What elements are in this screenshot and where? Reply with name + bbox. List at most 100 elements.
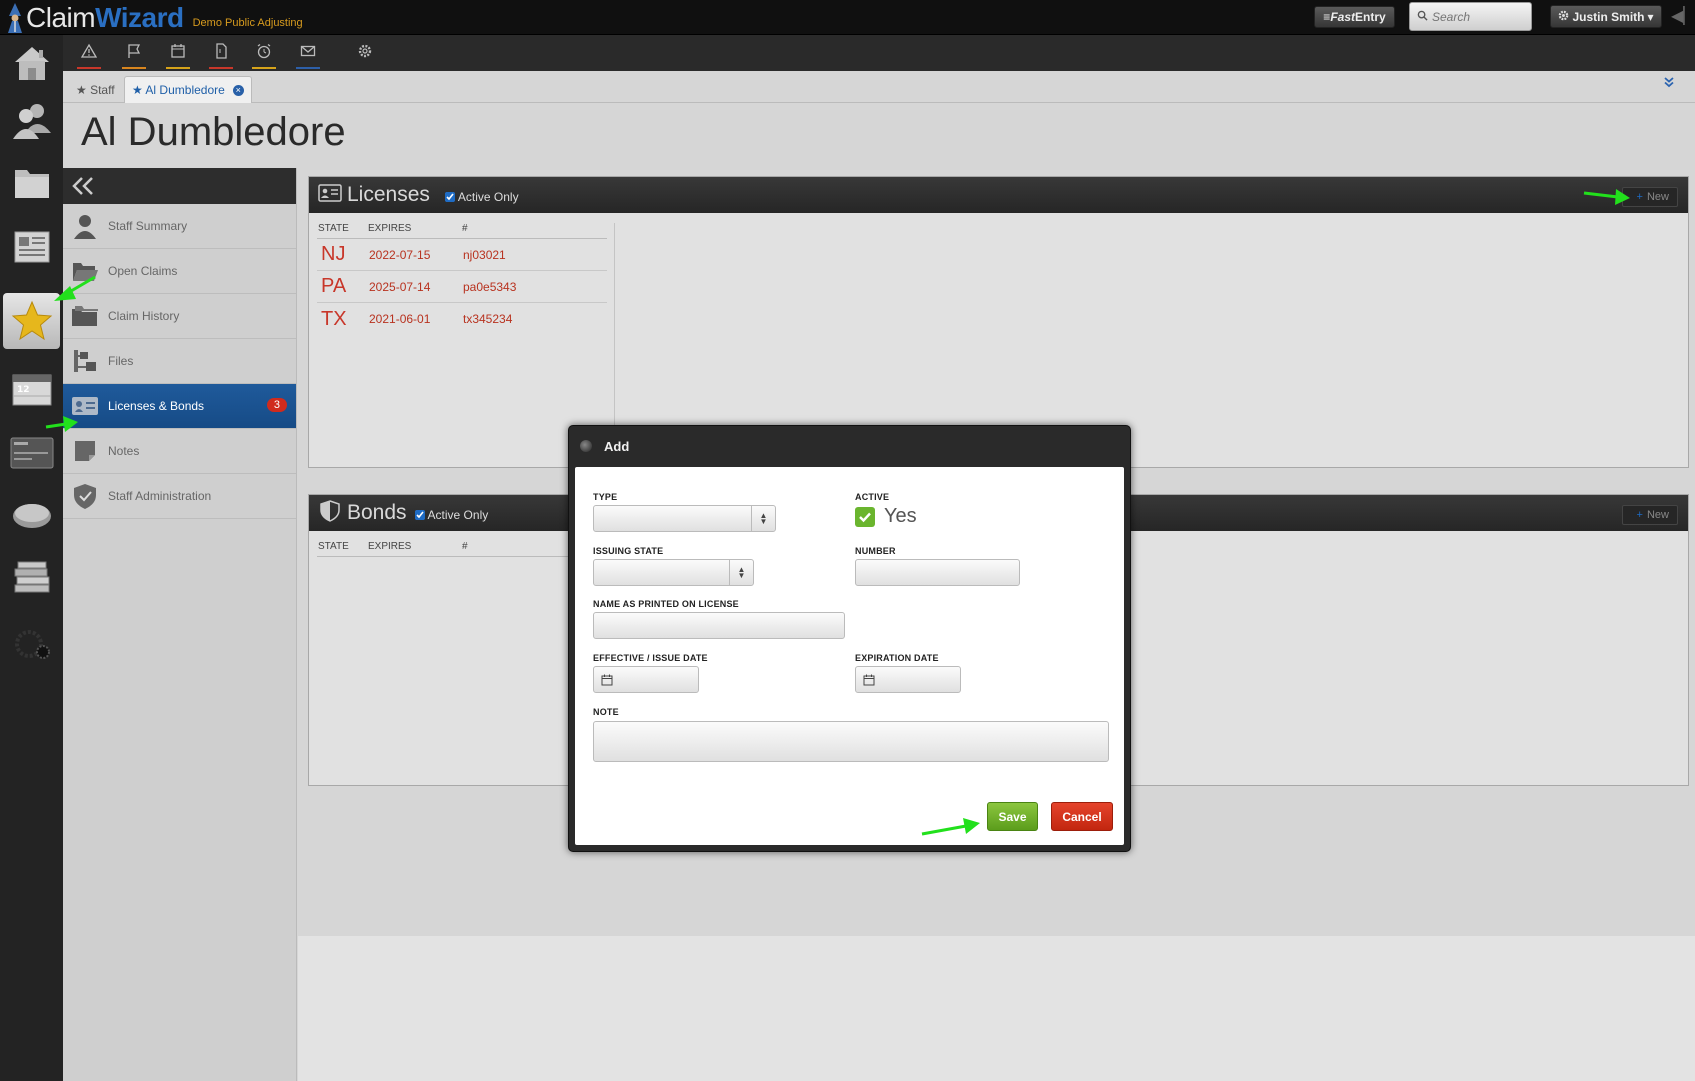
effective-date-field[interactable] (593, 666, 699, 693)
svg-text:12: 12 (17, 385, 30, 395)
bonds-active-only[interactable]: Active Only (414, 508, 488, 522)
annotation-arrow-staff (54, 275, 96, 301)
annotation-arrow-save (921, 818, 980, 836)
note-label: NOTE (593, 707, 619, 717)
caret-down-icon: ▾ (1647, 9, 1654, 24)
checkmark-icon[interactable] (855, 506, 875, 527)
licenses-active-only[interactable]: Active Only (444, 190, 519, 204)
count-badge: 3 (266, 398, 287, 412)
bonds-table-header: STATE EXPIRES # (317, 541, 607, 557)
table-row[interactable]: NJ 2022-07-15 nj03021 (317, 239, 607, 271)
expiration-date-label: EXPIRATION DATE (855, 653, 939, 663)
rail-calendar[interactable]: 12 (3, 360, 60, 416)
calendar-icon (863, 674, 875, 685)
save-button[interactable]: Save (987, 802, 1038, 831)
active-label: ACTIVE (855, 492, 890, 502)
panel-divider (614, 223, 615, 428)
table-row[interactable]: TX 2021-06-01 tx345234 (317, 303, 607, 335)
user-menu-button[interactable]: Justin Smith ▾ (1550, 5, 1662, 28)
tab-close-icon[interactable]: × (232, 84, 244, 96)
bonds-title: Bonds (347, 501, 407, 524)
nav-item-staff-summary[interactable]: Staff Summary (63, 204, 296, 249)
nav-item-notes[interactable]: Notes (63, 429, 296, 474)
active-toggle[interactable]: Yes (855, 505, 917, 528)
brand-claim: Claim (26, 1, 96, 33)
alert-icon[interactable] (77, 43, 101, 69)
rail-settings[interactable] (3, 615, 60, 671)
people-icon (12, 104, 51, 139)
dialog-title: Add (604, 438, 630, 454)
gear-icon (1558, 10, 1569, 24)
rail-inbox[interactable] (3, 487, 60, 543)
double-chevron-down-icon[interactable] (1663, 75, 1675, 91)
brand-wizard: Wizard (95, 1, 184, 33)
cancel-button[interactable]: Cancel (1051, 802, 1113, 831)
fast-entry-button[interactable]: ≡ Fast Entry (1314, 6, 1395, 28)
number-label: NUMBER (855, 546, 896, 556)
wizard-logo-icon (4, 2, 26, 34)
licenses-active-only-checkbox[interactable] (444, 192, 455, 202)
double-chevron-left-icon[interactable] (70, 175, 96, 197)
tab-bar: ★ Staff ★ Al Dumbledore × (63, 71, 1695, 103)
nav-header (63, 168, 296, 204)
number-field[interactable] (855, 559, 1020, 586)
rail-home[interactable] (3, 35, 60, 91)
licenses-panel-header: Licenses Active Only + New (309, 177, 1688, 213)
tab-staff[interactable]: ★ Staff (69, 76, 122, 103)
secondary-toolbar (63, 35, 1695, 71)
annotation-arrow-licenses (45, 416, 78, 432)
books-icon (14, 561, 49, 593)
issuing-state-label: ISSUING STATE (593, 546, 664, 556)
search-icon (1417, 8, 1428, 26)
alarm-icon[interactable] (252, 43, 276, 69)
note-field[interactable] (593, 721, 1109, 762)
nav-item-files[interactable]: Files (63, 339, 296, 384)
annotation-arrow-new (1583, 189, 1630, 205)
name-on-license-field[interactable] (593, 612, 845, 639)
issuing-state-select[interactable]: ▲ ▼ (593, 559, 754, 586)
id-card-icon (318, 182, 342, 209)
name-label: NAME AS PRINTED ON LICENSE (593, 599, 739, 609)
gears-icon (14, 630, 50, 659)
collapse-panel-icon[interactable]: ◀▏ (1671, 6, 1695, 26)
card-icon (10, 437, 53, 469)
table-row[interactable]: PA 2025-07-14 pa0e5343 (317, 271, 607, 303)
search-box (1409, 2, 1532, 31)
star-icon (11, 300, 52, 341)
app-logo[interactable]: Claim Wizard Demo Public Adjusting (4, 0, 303, 35)
settings-gear-icon[interactable] (353, 43, 377, 69)
expiration-date-field[interactable] (855, 666, 961, 693)
licenses-title: Licenses (347, 183, 430, 206)
rail-library[interactable] (3, 550, 60, 606)
shield-icon (71, 482, 99, 510)
type-select[interactable]: ▲ ▼ (593, 505, 776, 532)
dialog-body: TYPE ▲ ▼ ACTIVE Yes ISSUING STATE ▲ ▼ NUMB… (575, 467, 1124, 845)
calendar-icon: 12 (12, 374, 51, 406)
nav-item-staff-administration[interactable]: Staff Administration (63, 474, 296, 519)
flag-icon[interactable] (122, 43, 146, 69)
licenses-table: STATE EXPIRES # NJ 2022-07-15 nj03021 PA… (317, 223, 607, 335)
mail-icon[interactable] (296, 43, 320, 69)
content-footer-area (298, 936, 1695, 1081)
document-icon[interactable] (209, 43, 233, 69)
bonds-new-button[interactable]: + New (1622, 505, 1678, 525)
bonds-table: STATE EXPIRES # (317, 541, 607, 557)
section-nav: Staff Summary Open Claims Claim History … (63, 168, 297, 1081)
company-name: Demo Public Adjusting (192, 16, 303, 29)
type-label: TYPE (593, 492, 618, 502)
search-input[interactable] (1432, 9, 1527, 24)
home-icon (14, 47, 49, 80)
calendar-icon (601, 674, 613, 685)
nav-item-licenses-bonds[interactable]: Licenses & Bonds 3 (63, 384, 296, 429)
tab-al-dumbledore[interactable]: ★ Al Dumbledore × (124, 76, 252, 103)
licenses-table-header: STATE EXPIRES # (317, 223, 607, 239)
bonds-active-only-checkbox[interactable] (414, 510, 425, 520)
plus-icon: + (1636, 509, 1643, 521)
person-icon (71, 212, 99, 240)
rail-contacts[interactable] (3, 92, 60, 148)
add-license-dialog: Add TYPE ▲ ▼ ACTIVE Yes ISSUING STATE ▲ ▼ … (568, 425, 1131, 852)
rail-reports[interactable] (3, 219, 60, 275)
select-arrows-icon: ▲ ▼ (751, 506, 775, 531)
calendar-small-icon[interactable] (166, 43, 190, 69)
rail-claims[interactable] (3, 155, 60, 211)
